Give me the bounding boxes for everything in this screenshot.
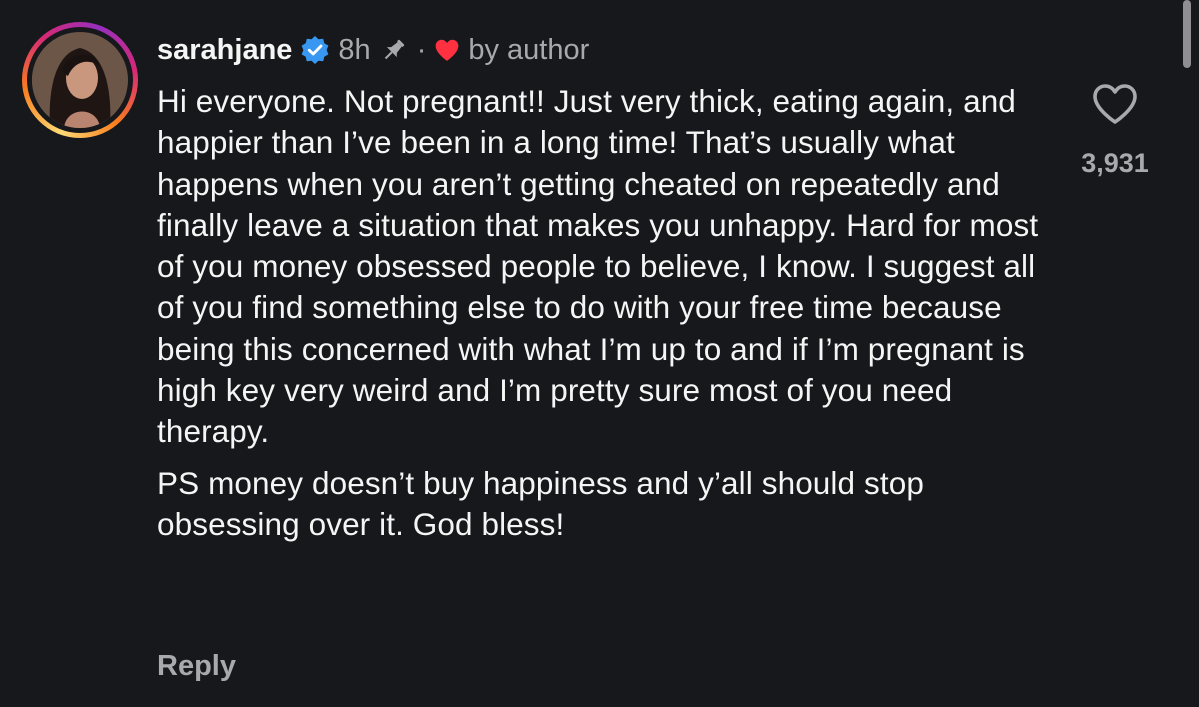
verified-badge-icon bbox=[302, 36, 329, 64]
like-count: 3,931 bbox=[1081, 148, 1149, 178]
liked-by-author-label: by author bbox=[468, 33, 590, 66]
like-control: 3,931 bbox=[1070, 82, 1160, 179]
avatar-story-ring[interactable] bbox=[22, 22, 138, 138]
heart-filled-icon bbox=[435, 39, 459, 61]
scrollbar[interactable] bbox=[1183, 0, 1191, 68]
avatar-image bbox=[32, 32, 128, 128]
comment-header: sarahjane 8h · by author bbox=[157, 30, 589, 70]
comment-time: 8h bbox=[338, 33, 371, 66]
comment-body: Hi everyone. Not pregnant!! Just very th… bbox=[157, 81, 1057, 545]
separator-dot: · bbox=[416, 33, 427, 66]
comment-ps-text: PS money doesn’t buy happiness and y’all… bbox=[157, 464, 924, 542]
comment-screen: sarahjane 8h · by author Hi everyone. No… bbox=[0, 0, 1199, 707]
comment-text: Hi everyone. Not pregnant!! Just very th… bbox=[157, 83, 1039, 450]
pin-icon bbox=[384, 39, 404, 60]
reply-button[interactable]: Reply bbox=[157, 650, 236, 683]
avatar[interactable] bbox=[32, 32, 128, 128]
heart-outline-icon[interactable] bbox=[1091, 82, 1139, 126]
username[interactable]: sarahjane bbox=[157, 34, 292, 67]
